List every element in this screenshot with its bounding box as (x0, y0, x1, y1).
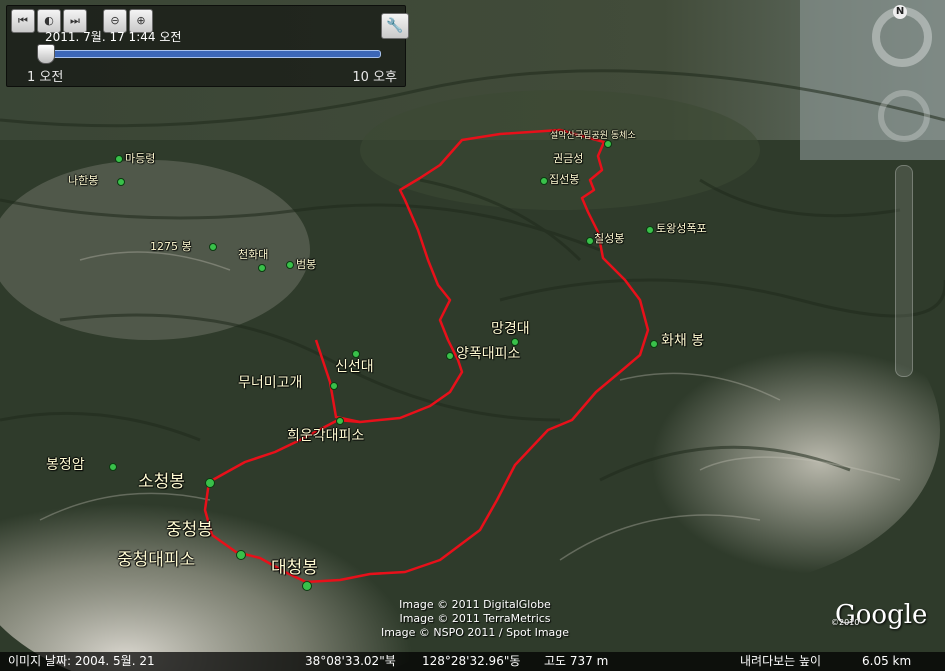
label-manggyeongdae[interactable]: 망경대 (491, 318, 530, 338)
label-gwongeumseong[interactable]: 권금성 (553, 150, 583, 166)
credit-line: Image © 2011 TerraMetrics (399, 612, 551, 625)
time-slider-handle[interactable] (37, 44, 55, 64)
longitude-readout: 128°28'32.96"동 (422, 654, 521, 668)
place-marker[interactable] (330, 382, 338, 390)
satellite-terrain[interactable] (0, 0, 945, 671)
place-marker[interactable] (286, 261, 294, 269)
label-beombong[interactable]: 범봉 (296, 256, 316, 272)
google-logo: ©2010 Google (831, 600, 927, 630)
label-1275[interactable]: 1275 봉 (150, 238, 192, 254)
credit-line: Image © 2011 DigitalGlobe (399, 598, 551, 611)
place-marker[interactable] (540, 177, 548, 185)
navigation-controls: N (868, 5, 940, 385)
status-bar: 이미지 날짜: 2004. 5월. 21 38°08'33.02"북 128°2… (0, 652, 945, 671)
place-marker[interactable] (586, 237, 594, 245)
time-slider-track[interactable] (41, 50, 381, 58)
label-hwachaebong[interactable]: 화채 봉 (661, 330, 704, 350)
place-marker[interactable] (650, 340, 658, 348)
skip-back-icon[interactable]: ⏮ (11, 9, 35, 33)
eye-altitude-value: 6.05 km (862, 654, 912, 668)
altitude-readout: 고도 737 m (544, 654, 609, 668)
time-end-label: 10 오후 (352, 70, 397, 85)
label-chilseongbong[interactable]: 칠성봉 (594, 230, 624, 246)
time-slider-panel: ⏮ ◐ ⏭ ⊖ ⊕ 2011. 7월. 17 1:44 오전 1 오전 10 오… (6, 5, 409, 87)
label-madeungryeong[interactable]: 마등령 (125, 150, 155, 166)
north-icon[interactable]: N (893, 5, 907, 19)
time-start-label: 1 오전 (27, 70, 64, 85)
label-jungcheong-shelter[interactable]: 중청대피소 (117, 545, 195, 570)
place-marker[interactable] (604, 140, 612, 148)
label-sinseondae[interactable]: 신선대 (335, 356, 374, 376)
label-jipseonbong[interactable]: 집선봉 (549, 171, 579, 187)
place-marker[interactable] (302, 581, 312, 591)
place-marker[interactable] (336, 417, 344, 425)
label-jungcheongbong[interactable]: 중청봉 (166, 515, 213, 540)
wrench-icon[interactable]: 🔧 (381, 13, 409, 39)
time-date-label: 2011. 7월. 17 1:44 오전 (45, 30, 182, 44)
zoom-slider[interactable] (895, 165, 913, 377)
label-daecheongbong[interactable]: 대청봉 (271, 553, 318, 578)
place-marker[interactable] (115, 155, 123, 163)
image-date: 이미지 날짜: 2004. 5월. 21 (8, 654, 155, 668)
eye-altitude-label: 내려다보는 높이 (740, 654, 822, 668)
label-socheongbong[interactable]: 소청봉 (138, 467, 185, 492)
label-yangpok[interactable]: 양폭대피소 (456, 343, 520, 363)
latitude-readout: 38°08'33.02"북 (305, 654, 396, 668)
place-marker[interactable] (209, 243, 217, 251)
place-marker[interactable] (258, 264, 266, 272)
label-nahanbong[interactable]: 나한봉 (68, 172, 98, 188)
move-ring[interactable] (878, 90, 930, 142)
place-marker[interactable] (236, 550, 246, 560)
place-marker[interactable] (109, 463, 117, 471)
place-marker[interactable] (646, 226, 654, 234)
label-seorak-office[interactable]: 설악산국립공원 동체소 (550, 128, 636, 141)
imagery-credits: Image © 2011 DigitalGlobe Image © 2011 T… (360, 598, 590, 640)
label-bongjeongam[interactable]: 봉정암 (46, 454, 85, 474)
label-towangseong[interactable]: 토왕성폭포 (656, 220, 707, 236)
credit-line: Image © NSPO 2011 / Spot Image (380, 626, 570, 639)
google-copyright: ©2010 (831, 618, 860, 627)
label-cheonhwadae[interactable]: 천화대 (238, 246, 268, 262)
place-marker[interactable] (117, 178, 125, 186)
label-muneomigogae[interactable]: 무너미고개 (238, 372, 302, 392)
place-marker[interactable] (446, 352, 454, 360)
place-marker[interactable] (205, 478, 215, 488)
label-huiungak[interactable]: 희운각대피소 (287, 425, 364, 445)
